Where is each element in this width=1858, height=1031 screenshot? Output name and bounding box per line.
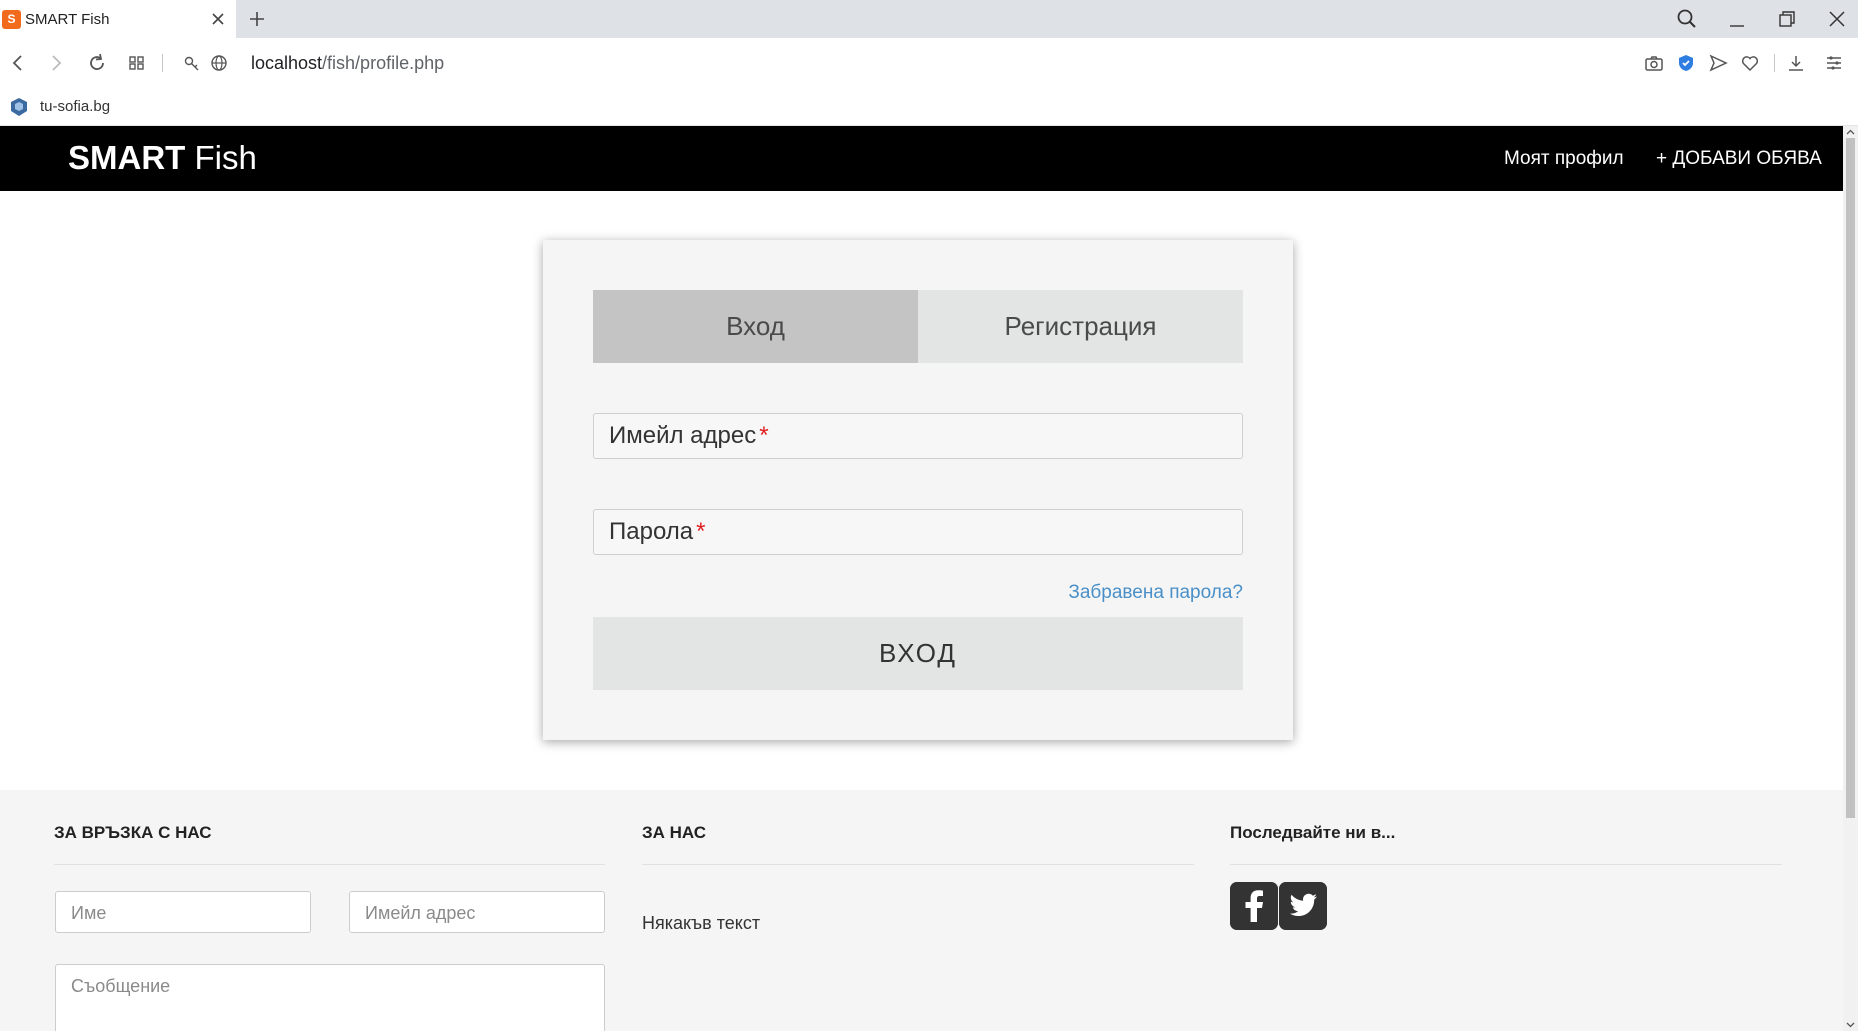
contact-heading: ЗА ВРЪЗКА С НАС — [54, 823, 212, 842]
scroll-thumb[interactable] — [1846, 138, 1855, 818]
contact-divider — [54, 864, 605, 865]
email-field[interactable]: Имейл адрес * — [593, 413, 1243, 459]
close-tab-icon[interactable] — [208, 9, 228, 29]
footer-email-input[interactable]: Имейл адрес — [349, 891, 605, 933]
login-button[interactable]: ВХОД — [593, 617, 1243, 690]
required-mark: * — [696, 518, 706, 545]
email-placeholder: Имейл адрес — [365, 903, 476, 923]
tab-login[interactable]: Вход — [593, 290, 918, 363]
forward-icon[interactable] — [44, 51, 68, 75]
heart-icon[interactable] — [1738, 51, 1762, 75]
toolbar-divider-right — [1774, 54, 1775, 72]
speed-dial-icon[interactable] — [125, 51, 149, 75]
bookmark-favicon-icon — [11, 98, 27, 116]
tab-title: SMART Fish — [25, 11, 110, 28]
nav-add-listing[interactable]: + ДОБАВИ ОБЯВА — [1656, 148, 1822, 170]
message-placeholder: Съобщение — [71, 976, 171, 996]
globe-icon[interactable] — [207, 51, 231, 75]
nav-my-profile[interactable]: Моят профил — [1504, 148, 1624, 170]
new-tab-icon[interactable] — [246, 8, 268, 30]
about-text: Някакъв текст — [642, 913, 761, 933]
password-label-text: Парола — [609, 518, 694, 545]
brand-light: Fish — [194, 139, 257, 176]
footer-message-textarea[interactable]: Съобщение — [55, 964, 605, 1031]
follow-heading: Последвайте ни в... — [1230, 823, 1396, 842]
easy-setup-icon[interactable] — [1822, 51, 1846, 75]
email-label-text: Имейл адрес — [609, 422, 757, 449]
toolbar-divider — [162, 54, 163, 72]
key-icon[interactable] — [180, 51, 204, 75]
url-path: /fish/profile.php — [322, 53, 445, 73]
password-field[interactable]: Парола * — [593, 509, 1243, 555]
address-bar: localhost/fish/profile.php — [0, 38, 1858, 88]
browser-tab[interactable]: S SMART Fish — [0, 0, 236, 38]
scroll-up-icon[interactable] — [1843, 126, 1858, 138]
site-footer: ЗА ВРЪЗКА С НАС Име Имейл адрес Съобщени… — [0, 790, 1843, 1031]
scroll-down-icon[interactable] — [1843, 1019, 1858, 1031]
login-card: Вход Регистрация Имейл адрес * Парола * За… — [543, 240, 1293, 740]
close-window-icon[interactable] — [1824, 6, 1850, 32]
about-heading: ЗА НАС — [642, 823, 707, 842]
page-scrollbar[interactable] — [1843, 126, 1858, 1031]
minimize-icon[interactable] — [1724, 6, 1750, 32]
xampp-favicon-icon: S — [2, 10, 21, 29]
follow-divider — [1230, 864, 1782, 865]
shield-check-icon[interactable] — [1674, 51, 1698, 75]
twitter-icon[interactable] — [1279, 882, 1327, 930]
required-mark: * — [759, 422, 769, 449]
site-brand[interactable]: SMART Fish — [68, 138, 257, 178]
tab-register[interactable]: Регистрация — [918, 290, 1243, 363]
auth-tabs: Вход Регистрация — [593, 290, 1243, 363]
url-host: localhost — [251, 53, 323, 73]
download-icon[interactable] — [1784, 51, 1808, 75]
camera-icon[interactable] — [1642, 51, 1666, 75]
brand-bold: SMART — [68, 139, 186, 176]
browser-window: S SMART Fish localhost/fish/profile.php … — [0, 0, 1858, 1031]
search-tabs-icon[interactable] — [1674, 6, 1700, 32]
url-field[interactable]: localhost/fish/profile.php — [251, 52, 444, 74]
password-field-label: Парола * — [609, 518, 705, 546]
send-icon[interactable] — [1706, 51, 1730, 75]
forgot-password-link[interactable]: Забравена парола? — [1068, 582, 1243, 604]
footer-name-input[interactable]: Име — [55, 891, 311, 933]
bookmarks-bar: tu-sofia.bg — [0, 88, 1858, 126]
email-field-label: Имейл адрес * — [609, 422, 769, 450]
page-viewport: SMART Fish Моят профил + ДОБАВИ ОБЯВА Вх… — [0, 126, 1843, 1031]
name-placeholder: Име — [71, 903, 107, 923]
tab-strip: S SMART Fish — [0, 0, 1858, 38]
back-icon[interactable] — [6, 51, 30, 75]
facebook-icon[interactable] — [1230, 882, 1278, 930]
bookmark-tu-sofia[interactable]: tu-sofia.bg — [40, 97, 110, 116]
about-divider — [642, 864, 1194, 865]
site-navbar: SMART Fish Моят профил + ДОБАВИ ОБЯВА — [0, 126, 1843, 191]
restore-icon[interactable] — [1774, 6, 1800, 32]
reload-icon[interactable] — [85, 51, 109, 75]
